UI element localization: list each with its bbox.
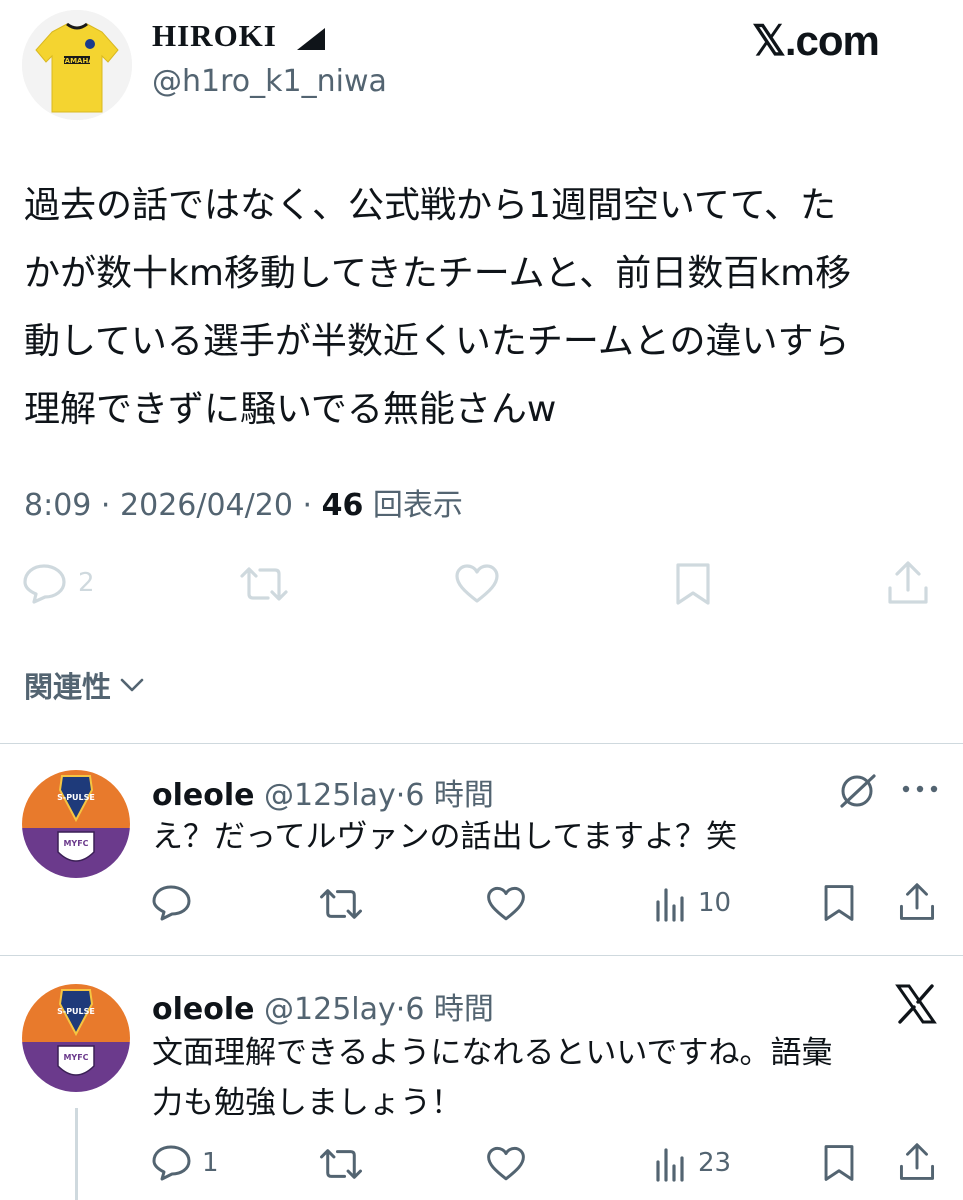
view-count: 23 (698, 1148, 732, 1178)
meta-separator: · (302, 488, 313, 523)
thread-connector-line (75, 1108, 78, 1200)
meta-separator: · (395, 778, 406, 813)
bookmark-icon (676, 563, 710, 605)
reply-line: え？だってルヴァンの話出してますよ？笑 (152, 819, 737, 855)
reply-icon (152, 885, 191, 921)
tweet-text: 過去の話ではなく、公式戦から1週間空いてて、た かが数十km移動してきたチームと… (24, 172, 944, 444)
heart-icon (487, 1146, 525, 1181)
view-count: 46 (321, 488, 364, 523)
club-badge-avatar: S-PULSE MYFC (22, 984, 130, 1092)
author-avatar[interactable]: YAMAHA (22, 10, 132, 120)
share-icon (899, 1143, 935, 1180)
author-handle[interactable]: @h1ro_k1_niwa (152, 64, 387, 99)
tweet-time[interactable]: 8:09 (24, 488, 91, 523)
relevance-label: 関連性 (24, 670, 112, 704)
chevron-down-icon (120, 678, 144, 692)
reply-text: 文面理解できるようになれるといいですね。語彙 力も勉強しましょう！ (152, 1028, 942, 1128)
retweet-icon (320, 1149, 362, 1179)
reply-time[interactable]: 6 時間 (405, 992, 494, 1027)
x-logo-icon (895, 984, 937, 1024)
retweet-icon (240, 567, 288, 601)
jersey-sponsor-text: YAMAHA (59, 57, 94, 65)
views-button[interactable]: 23 (654, 1144, 731, 1182)
reply-author-name[interactable]: oleole (152, 992, 254, 1027)
analytics-icon (656, 1148, 684, 1182)
tweet-line: 過去の話ではなく、公式戦から1週間空いてて、た (24, 185, 837, 226)
reply-avatar[interactable]: S-PULSE MYFC (22, 770, 130, 878)
reply-button[interactable]: 2 (22, 562, 95, 604)
tweet-line: かが数十km移動してきたチームと、前日数百km移 (24, 253, 852, 294)
bookmark-button[interactable] (674, 562, 712, 606)
meta-separator: · (100, 488, 111, 523)
tweet-line: 動している選手が半数近くいたチームとの違いすら (24, 321, 850, 362)
jersey-image: YAMAHA (22, 10, 132, 120)
x-brand-logo: 𝕏.com (752, 17, 880, 64)
tweet-meta: 8:09 · 2026/04/20 · 46 回表示 (24, 480, 463, 524)
heart-icon (487, 886, 525, 921)
meta-separator: · (395, 992, 406, 1027)
more-options-icon[interactable] (900, 782, 940, 796)
share-button[interactable] (886, 560, 930, 606)
reply-text: え？だってルヴァンの話出してますよ？笑 (152, 812, 942, 862)
like-button[interactable] (486, 886, 526, 922)
share-button[interactable] (898, 882, 936, 922)
reply-button[interactable]: 1 (152, 1144, 219, 1182)
retweet-button[interactable] (318, 1146, 364, 1182)
triangle-icon (297, 28, 325, 50)
author-display-name[interactable]: HIROKI (152, 18, 277, 54)
view-count: 10 (698, 888, 732, 918)
analytics-icon (656, 888, 684, 922)
tweet-line: 理解できずに騒いでる無能さんw (24, 389, 557, 430)
reply-author-name[interactable]: oleole (152, 778, 254, 813)
tweet-date[interactable]: 2026/04/20 (120, 488, 293, 523)
reply-author-handle[interactable]: @125lay (264, 992, 396, 1027)
reply-line: 文面理解できるようになれるといいですね。語彙 (152, 1035, 833, 1071)
reply-count: 2 (78, 568, 95, 598)
badge-bottom-text: MYFC (63, 839, 88, 848)
share-button[interactable] (898, 1142, 936, 1182)
share-icon (899, 883, 935, 920)
retweet-button[interactable] (318, 886, 364, 922)
views-button[interactable]: 10 (654, 884, 731, 922)
reply-count: 1 (202, 1148, 219, 1178)
badge-top-text: S-PULSE (57, 793, 95, 802)
divider (0, 743, 963, 744)
reply-icon (23, 564, 66, 604)
bookmark-icon (824, 885, 854, 921)
bookmark-button[interactable] (822, 1144, 856, 1182)
reply-time[interactable]: 6 時間 (405, 778, 494, 813)
badge-top-text: S-PULSE (57, 1007, 95, 1016)
reply-line: 力も勉強しましょう！ (152, 1085, 462, 1121)
views-label: 回表示 (372, 488, 463, 523)
retweet-button[interactable] (238, 564, 290, 604)
reply-button[interactable] (152, 884, 202, 922)
share-icon (888, 561, 928, 604)
reply-avatar[interactable]: S-PULSE MYFC (22, 984, 130, 1092)
club-badge-avatar: S-PULSE MYFC (22, 770, 130, 878)
badge-bottom-text: MYFC (63, 1053, 88, 1062)
reply-author-handle[interactable]: @125lay (264, 778, 396, 813)
like-button[interactable] (486, 1146, 526, 1182)
reply-header: oleole @125lay·6 時間 (152, 984, 494, 1028)
heart-icon (455, 564, 499, 603)
bookmark-button[interactable] (822, 884, 856, 922)
reply-icon (152, 1145, 191, 1181)
grok-icon[interactable] (836, 770, 878, 812)
reply-header: oleole @125lay·6 時間 (152, 770, 494, 814)
like-button[interactable] (454, 564, 500, 604)
divider (0, 955, 963, 956)
retweet-icon (320, 889, 362, 919)
bookmark-icon (824, 1145, 854, 1181)
sort-relevance-dropdown[interactable]: 関連性 (24, 664, 145, 706)
